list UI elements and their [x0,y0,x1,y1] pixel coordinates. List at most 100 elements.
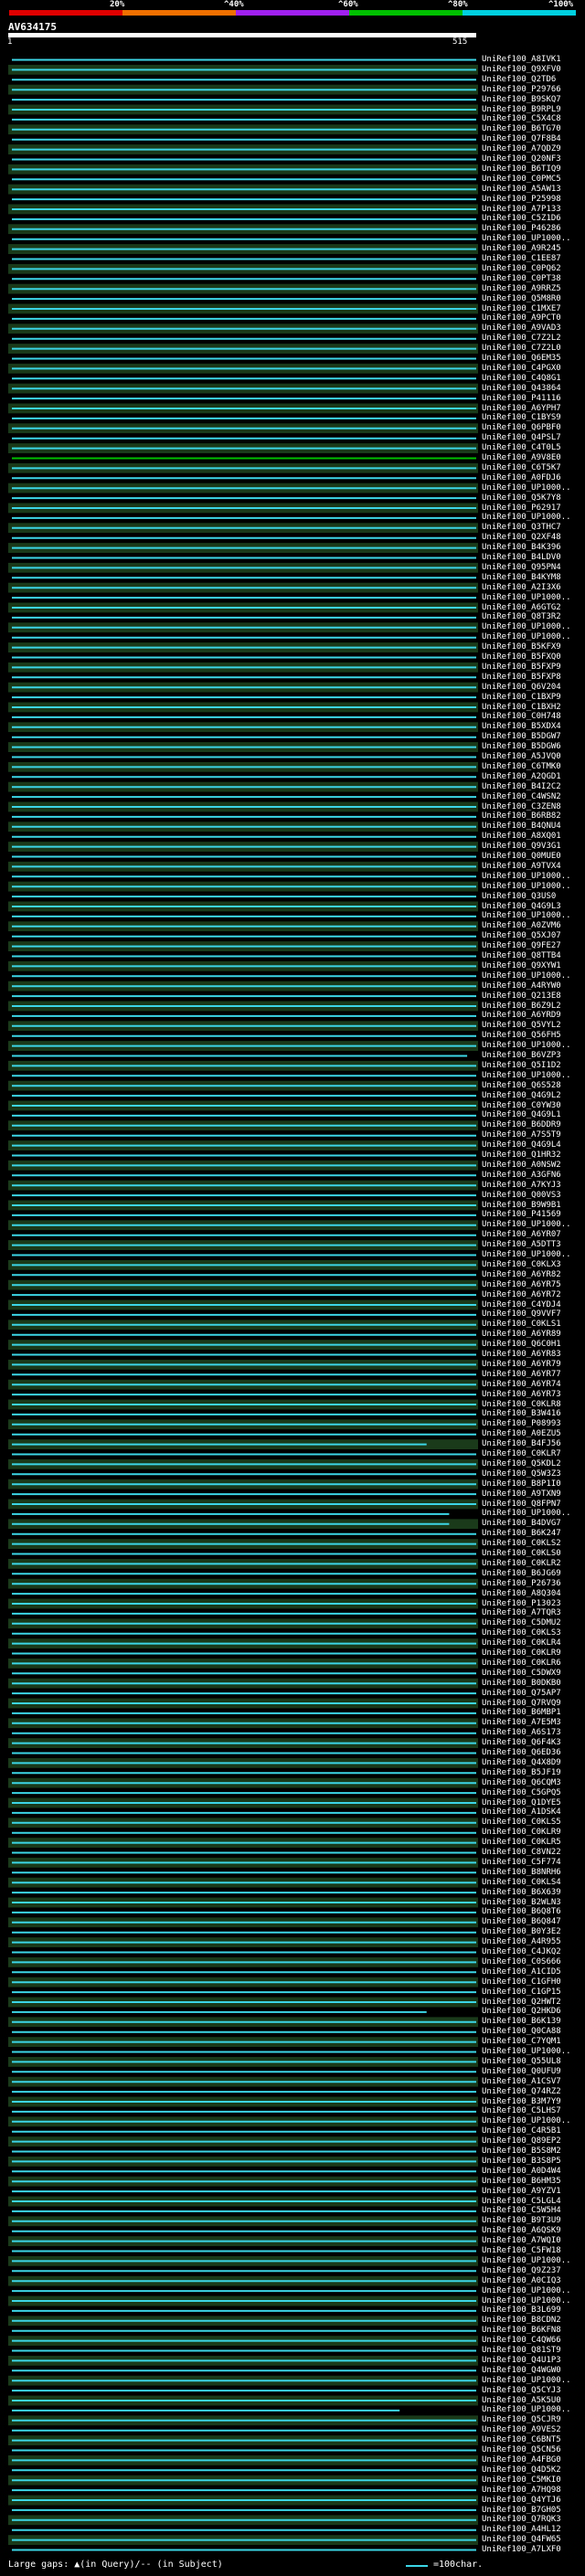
hit-label[interactable]: UniRef100_C0KLS1 [482,1320,584,1329]
hit-label[interactable]: UniRef100_A9V8E0 [482,453,584,462]
hit-label[interactable]: UniRef100_B4LDV0 [482,553,584,562]
hit-label[interactable]: UniRef100_A6YR72 [482,1290,584,1299]
hit-label[interactable]: UniRef100_A9YZV1 [482,2187,584,2196]
hit-label[interactable]: UniRef100_Q4PSL7 [482,433,584,442]
hit-label[interactable]: UniRef100_C4PGX0 [482,364,584,373]
hit-label[interactable]: UniRef100_C0KLS0 [482,1549,584,1558]
hit-label[interactable]: UniRef100_Q7F8B4 [482,134,584,143]
hit-label[interactable]: UniRef100_Q89EP2 [482,2136,584,2146]
hit-label[interactable]: UniRef100_A5JVQ0 [482,752,584,761]
hit-label[interactable]: UniRef100_B5S8M2 [482,2147,584,2156]
hit-label[interactable]: UniRef100_B6Q847 [482,1917,584,1926]
hit-label[interactable]: UniRef100_A6GTG2 [482,603,584,612]
hit-label[interactable]: UniRef100_A9TVX4 [482,862,584,871]
hit-label[interactable]: UniRef100_B3W416 [482,1409,584,1418]
hit-label[interactable]: UniRef100_C0KLR8 [482,1400,584,1409]
hit-label[interactable]: UniRef100_Q5CYJ3 [482,2386,584,2395]
hit-label[interactable]: UniRef100_A9RRZ5 [482,284,584,293]
hit-label[interactable]: UniRef100_B5DGW6 [482,742,584,751]
hit-label[interactable]: UniRef100_A0EZU5 [482,1429,584,1438]
hit-label[interactable]: UniRef100_B4FJ56 [482,1439,584,1448]
hit-label[interactable]: UniRef100_C4R5B1 [482,2126,584,2136]
hit-label[interactable]: UniRef100_Q55UL8 [482,2057,584,2066]
hit-label[interactable]: UniRef100_B5FXP8 [482,673,584,682]
hit-label[interactable]: UniRef100_C0KLR2 [482,1559,584,1568]
hit-label[interactable]: UniRef100_Q9XYW1 [482,961,584,970]
hit-label[interactable]: UniRef100_Q4G9L3 [482,902,584,911]
hit-label[interactable]: UniRef100_A0D4W4 [482,2167,584,2176]
hit-label[interactable]: UniRef100_C4JKQ2 [482,1947,584,1956]
hit-label[interactable]: UniRef100_A5DTT3 [482,1240,584,1249]
hit-label[interactable]: UniRef100_A2I3X6 [482,583,584,592]
hit-label[interactable]: UniRef100_C4QW66 [482,2336,584,2345]
hit-label[interactable]: UniRef100_A6YR07 [482,1230,584,1239]
hit-label[interactable]: UniRef100_Q6PBF0 [482,423,584,432]
hit-label[interactable]: UniRef100_C4YDJ4 [482,1300,584,1309]
hit-label[interactable]: UniRef100_A1CSV7 [482,2077,584,2086]
hit-label[interactable]: UniRef100_Q6C0H1 [482,1340,584,1349]
hit-label[interactable]: UniRef100_P41116 [482,394,584,403]
hit-label[interactable]: UniRef100_Q2TD6 [482,75,584,84]
hit-label[interactable]: UniRef100_UP1000.. [482,2256,584,2265]
hit-label[interactable]: UniRef100_C0KLR6 [482,1659,584,1668]
hit-label[interactable]: UniRef100_B6Z9L2 [482,1002,584,1011]
hit-label[interactable]: UniRef100_P13023 [482,1599,584,1608]
hit-label[interactable]: UniRef100_C0YW30 [482,1101,584,1110]
hit-label[interactable]: UniRef100_Q4G9L4 [482,1140,584,1150]
hit-label[interactable]: UniRef100_Q0CA88 [482,2027,584,2036]
hit-label[interactable]: UniRef100_B6DDR9 [482,1120,584,1129]
hit-label[interactable]: UniRef100_C0KLS2 [482,1539,584,1548]
hit-label[interactable]: UniRef100_Q9Z237 [482,2266,584,2275]
hit-label[interactable]: UniRef100_C0KLR9 [482,1648,584,1658]
hit-label[interactable]: UniRef100_C5DMU2 [482,1618,584,1627]
hit-label[interactable]: UniRef100_C6TMK0 [482,762,584,771]
hit-label[interactable]: UniRef100_P62917 [482,504,584,513]
hit-label[interactable]: UniRef100_A6YR79 [482,1360,584,1369]
hit-label[interactable]: UniRef100_A1CID5 [482,1967,584,1977]
hit-label[interactable]: UniRef100_B5DGW7 [482,732,584,741]
hit-label[interactable]: UniRef100_Q81ST9 [482,2346,584,2355]
hit-label[interactable]: UniRef100_B4QNU4 [482,822,584,831]
hit-label[interactable]: UniRef100_B0DKB0 [482,1679,584,1688]
hit-label[interactable]: UniRef100_P46286 [482,224,584,233]
hit-label[interactable]: UniRef100_A7LXF0 [482,2545,584,2554]
hit-label[interactable]: UniRef100_B6K247 [482,1529,584,1538]
hit-label[interactable]: UniRef100_C5LHS7 [482,2106,584,2115]
hit-label[interactable]: UniRef100_B6TG70 [482,124,584,133]
hit-label[interactable]: UniRef100_A7TQR3 [482,1608,584,1617]
hit-label[interactable]: UniRef100_Q5W3Z3 [482,1469,584,1479]
hit-label[interactable]: UniRef100_C1BYS9 [482,413,584,422]
hit-label[interactable]: UniRef100_UP1000.. [482,2047,584,2056]
hit-label[interactable]: UniRef100_Q2HWT2 [482,1998,584,2007]
hit-label[interactable]: UniRef100_P08993 [482,1419,584,1428]
hit-label[interactable]: UniRef100_C4Q8G1 [482,374,584,383]
hit-label[interactable]: UniRef100_B5XDX4 [482,722,584,731]
hit-label[interactable]: UniRef100_B5JF19 [482,1768,584,1777]
hit-label[interactable]: UniRef100_A4R955 [482,1937,584,1946]
hit-label[interactable]: UniRef100_Q6F4K3 [482,1738,584,1747]
hit-label[interactable]: UniRef100_C0KLS4 [482,1878,584,1887]
hit-label[interactable]: UniRef100_Q75AP7 [482,1689,584,1698]
hit-label[interactable]: UniRef100_Q5VYL2 [482,1021,584,1030]
hit-label[interactable]: UniRef100_A6YRD9 [482,1011,584,1020]
hit-label[interactable]: UniRef100_Q4FW65 [482,2535,584,2544]
hit-label[interactable]: UniRef100_Q6S528 [482,1081,584,1090]
hit-label[interactable]: UniRef100_C0PT38 [482,274,584,283]
hit-label[interactable]: UniRef100_UP1000.. [482,2296,584,2306]
hit-label[interactable]: UniRef100_B9SKQ7 [482,95,584,104]
hit-label[interactable]: UniRef100_B6Q8T6 [482,1907,584,1916]
hit-label[interactable]: UniRef100_Q8TTB4 [482,951,584,960]
hit-label[interactable]: UniRef100_Q4X8D9 [482,1758,584,1767]
hit-label[interactable]: UniRef100_UP1000.. [482,872,584,881]
hit-label[interactable]: UniRef100_UP1000.. [482,2405,584,2414]
hit-label[interactable]: UniRef100_B6X639 [482,1888,584,1897]
hit-label[interactable]: UniRef100_C5X4C8 [482,114,584,123]
hit-label[interactable]: UniRef100_Q5CJR9 [482,2415,584,2424]
hit-label[interactable]: UniRef100_Q5CN56 [482,2445,584,2454]
hit-label[interactable]: UniRef100_A6YR73 [482,1390,584,1399]
hit-label[interactable]: UniRef100_C7Z2L0 [482,344,584,353]
hit-label[interactable]: UniRef100_UP1000.. [482,483,584,493]
hit-label[interactable]: UniRef100_A9R245 [482,244,584,253]
hit-label[interactable]: UniRef100_UP1000.. [482,622,584,631]
hit-label[interactable]: UniRef100_C1BXP9 [482,693,584,702]
